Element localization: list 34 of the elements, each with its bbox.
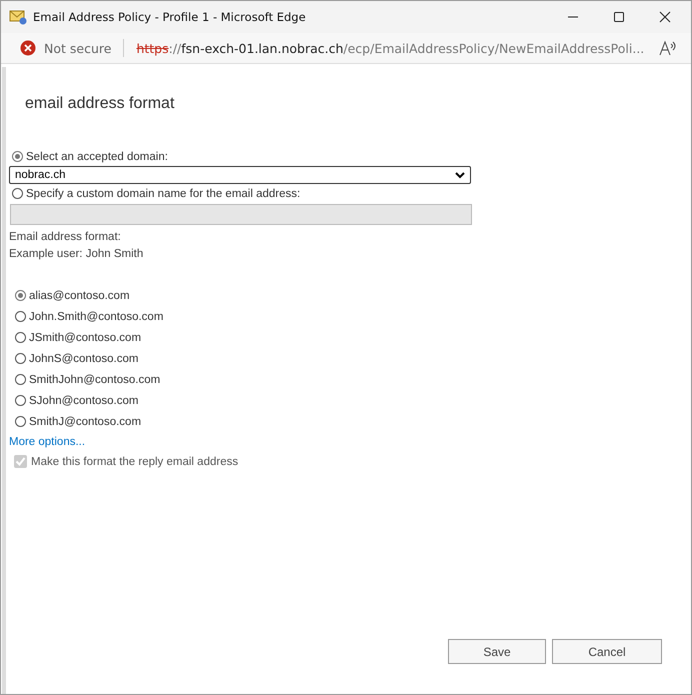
chevron-down-icon (455, 172, 465, 178)
format-option-label: SmithJ@contoso.com (29, 416, 142, 428)
window-title: Email Address Policy - Profile 1 - Microsoft Edge (33, 10, 307, 24)
format-option-label: JohnS@contoso.com (29, 352, 138, 364)
more-options-link[interactable]: More options... (9, 432, 86, 452)
radio-button[interactable] (15, 311, 26, 322)
radio-button[interactable] (12, 151, 23, 162)
close-icon[interactable] (659, 11, 671, 23)
radio-button[interactable] (15, 416, 26, 427)
format-label: Email address format: (9, 230, 122, 245)
radio-label: Specify a custom domain name for the email address: (26, 188, 300, 200)
cancel-button[interactable]: Cancel (552, 639, 662, 664)
security-label[interactable]: Not secure (44, 40, 112, 56)
radio-button[interactable] (15, 290, 26, 301)
format-option-label: alias@contoso.com (29, 290, 130, 302)
save-button[interactable]: Save (448, 639, 546, 664)
radio-label: Select an accepted domain: (26, 150, 168, 162)
radio-button[interactable] (15, 353, 26, 364)
dialog-heading: email address format (24, 94, 176, 114)
format-option-label: John.Smith@contoso.com (29, 310, 164, 322)
read-aloud-icon[interactable] (659, 40, 677, 56)
radio-button[interactable] (15, 332, 26, 343)
checkbox-label: Make this format the reply email address (31, 456, 238, 468)
envelope-icon (9, 9, 27, 25)
domain-dropdown[interactable]: nobrac.ch (9, 166, 471, 184)
maximize-icon[interactable] (613, 11, 625, 23)
format-option-label: JSmith@contoso.com (29, 332, 142, 344)
error-icon (20, 40, 36, 56)
radio-button[interactable] (15, 374, 26, 385)
format-option-label: SJohn@contoso.com (29, 394, 138, 406)
url-text[interactable]: https://fsn-exch-01.lan.nobrac.ch/ecp/EmailAddressPolicy/NewEmailAddressPoli... (136, 40, 659, 56)
example-user-text: Example user: John Smith (9, 247, 144, 262)
format-option-label: SmithJohn@contoso.com (29, 374, 160, 386)
radio-button[interactable] (15, 395, 26, 406)
